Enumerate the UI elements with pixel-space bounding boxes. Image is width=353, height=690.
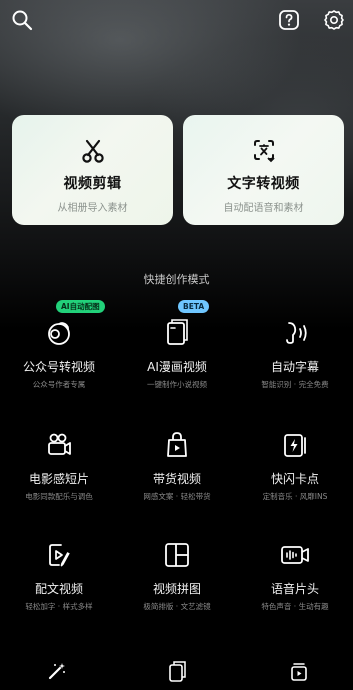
shopping-bag-icon — [162, 430, 192, 460]
mode-cinematic-short[interactable]: 电影感短片 电影同款配乐与调色 — [0, 430, 118, 502]
mode-caption-video[interactable]: 配文视频 轻松加字 · 样式多样 — [0, 540, 118, 612]
mode-auto-subtitle[interactable]: 自动字幕 智能识别 · 完全免费 — [236, 318, 353, 390]
mode-subtitle: 一键制作小说视频 — [147, 380, 207, 389]
collage-grid-icon — [162, 540, 192, 570]
magic-wand-icon[interactable] — [46, 660, 68, 682]
mode-flash-beat[interactable]: 快闪卡点 定制音乐 · 风靡INS — [236, 430, 353, 502]
voice-intro-icon — [279, 540, 311, 570]
mode-title: 带货视频 — [152, 472, 201, 486]
mode-title: 电影感短片 — [28, 472, 89, 486]
card-subtitle: 自动配语音和素材 — [223, 203, 304, 214]
flash-card-icon — [280, 430, 310, 460]
mode-voice-intro[interactable]: 语音片头 特色声音 · 生动有趣 — [236, 540, 353, 612]
comic-book-icon — [162, 318, 192, 348]
movie-camera-icon — [44, 430, 74, 460]
card-title: 视频剪辑 — [63, 176, 122, 192]
drafts-icon[interactable] — [288, 660, 310, 682]
mode-video-collage[interactable]: 视频拼图 极简排版 · 文艺滤镜 — [118, 540, 236, 612]
templates-icon[interactable] — [166, 660, 188, 682]
mode-title: 配文视频 — [34, 582, 83, 596]
mode-title: AI漫画视频 — [147, 360, 207, 374]
mode-title: 自动字幕 — [270, 360, 319, 374]
text-to-video-icon — [250, 137, 278, 165]
card-subtitle: 从相册导入素材 — [57, 203, 128, 214]
mode-article-to-video[interactable]: 公众号转视频 公众号作者专属 — [0, 318, 118, 390]
article-to-video-icon — [44, 318, 74, 348]
mode-subtitle: 轻松加字 · 样式多样 — [25, 602, 93, 611]
mode-subtitle: 定制音乐 · 风靡INS — [262, 492, 328, 501]
card-title: 文字转视频 — [227, 176, 300, 192]
text-video-icon — [44, 540, 74, 570]
mode-title: 视频拼图 — [152, 582, 201, 596]
mode-title: 语音片头 — [270, 582, 319, 596]
mode-title: 快闪卡点 — [270, 472, 319, 486]
mode-subtitle: 极简排版 · 文艺滤镜 — [143, 602, 211, 611]
help-icon[interactable] — [277, 8, 301, 32]
settings-icon[interactable] — [322, 8, 346, 32]
mode-title: 公众号转视频 — [22, 360, 95, 374]
mode-subtitle: 智能识别 · 完全免费 — [261, 380, 329, 389]
scissors-icon — [80, 137, 106, 165]
section-title: 快捷创作模式 — [143, 273, 210, 286]
mode-subtitle: 网感文案 · 轻松带货 — [143, 492, 211, 501]
mode-subtitle: 电影同款配乐与调色 — [25, 492, 93, 501]
video-edit-card[interactable]: 视频剪辑 从相册导入素材 — [12, 115, 173, 225]
search-icon[interactable] — [10, 8, 34, 32]
mode-subtitle: 公众号作者专属 — [32, 380, 86, 389]
beta-badge: BETA — [178, 300, 210, 313]
text-to-video-card[interactable]: 文字转视频 自动配语音和素材 — [183, 115, 344, 225]
mode-ai-comic-video[interactable]: AI漫画视频 一键制作小说视频 — [118, 318, 236, 390]
ai-badge: AI自动配图 — [56, 300, 105, 313]
mode-subtitle: 特色声音 · 生动有趣 — [261, 602, 329, 611]
mode-sales-video[interactable]: 带货视频 网感文案 · 轻松带货 — [118, 430, 236, 502]
auto-subtitle-icon — [280, 318, 310, 348]
